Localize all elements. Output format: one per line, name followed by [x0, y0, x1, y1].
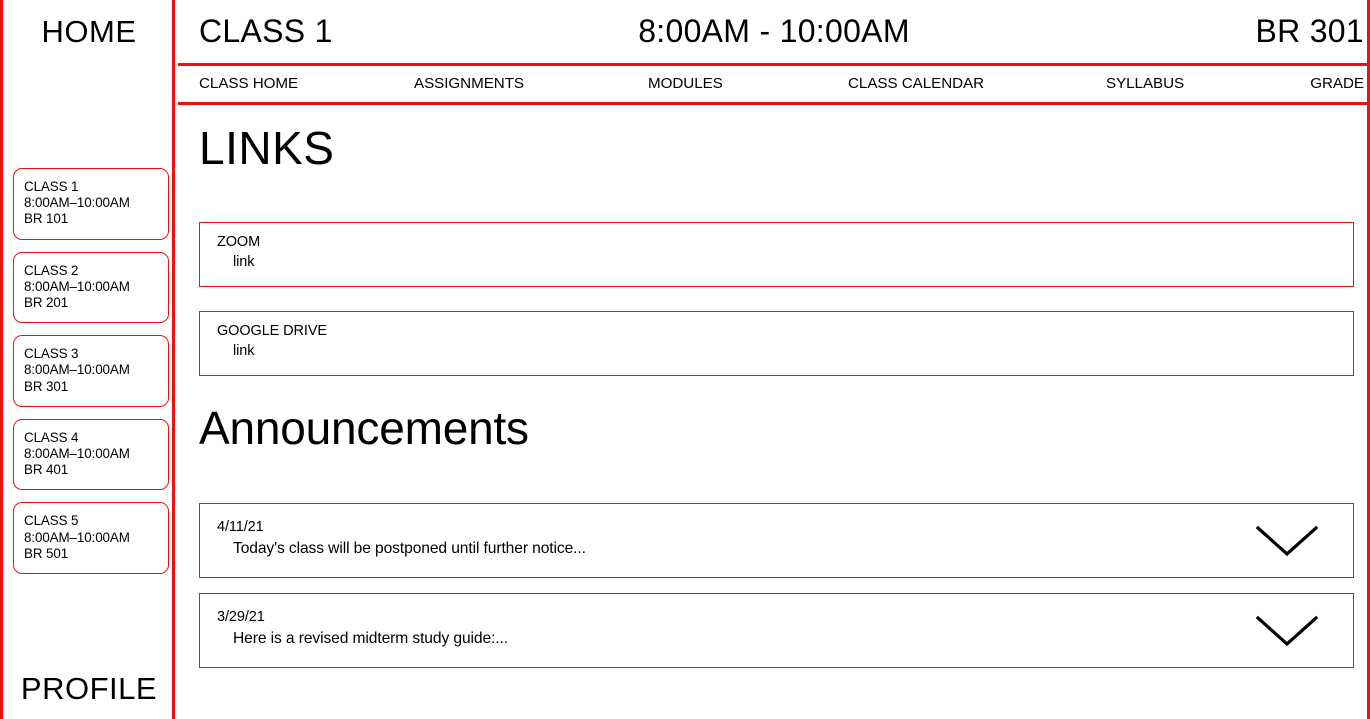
sidebar-class-card-1[interactable]: CLASS 1 8:00AM–10:00AM BR 101 — [13, 168, 169, 240]
link-card-name: ZOOM — [217, 234, 261, 250]
class-card-room: BR 401 — [24, 462, 69, 478]
announcement-row[interactable]: 3/29/21 Here is a revised midterm study … — [199, 593, 1354, 668]
tab-modules[interactable]: MODULES — [648, 66, 723, 102]
tab-syllabus[interactable]: SYLLABUS — [1106, 66, 1184, 102]
links-section-title: LINKS — [199, 122, 335, 174]
class-card-time: 8:00AM–10:00AM — [24, 446, 130, 462]
link-card-url[interactable]: link — [217, 252, 1353, 273]
announcement-preview: Here is a revised midterm study guide:..… — [233, 630, 508, 647]
class-card-room: BR 101 — [24, 211, 69, 227]
sidebar-item-profile[interactable]: PROFILE — [3, 669, 175, 709]
nav-tab-bar: CLASS HOME ASSIGNMENTS MODULES CLASS CALEND… — [178, 66, 1370, 105]
class-card-time: 8:00AM–10:00AM — [24, 278, 130, 294]
main-panel: CLASS 1 8:00AM - 10:00AM BR 301 CLASS HO… — [178, 0, 1370, 719]
class-card-room: BR 301 — [24, 378, 69, 394]
class-card-name: CLASS 4 — [24, 429, 79, 445]
class-card-name: CLASS 1 — [24, 179, 79, 194]
announcement-preview: Today's class will be postponed until fu… — [233, 540, 586, 557]
class-card-room: BR 201 — [24, 295, 69, 311]
class-card-name: CLASS 3 — [24, 346, 79, 362]
header-class-time: 8:00AM - 10:00AM — [638, 13, 910, 49]
sidebar: HOME CLASS 1 8:00AM–10:00AM BR 101 CLASS 28… — [3, 0, 175, 719]
sidebar-class-list: CLASS 1 8:00AM–10:00AM BR 101 CLASS 2 8:00AM… — [13, 168, 169, 586]
sidebar-class-card-3[interactable]: CLASS 3 8:00AM–10:00AM BR 301 — [13, 335, 169, 407]
link-card-url[interactable]: link — [217, 341, 1353, 362]
class-card-room: BR 501 — [24, 545, 69, 561]
class-card-name: CLASS 2 — [24, 262, 79, 278]
class-card-time: 8:00AM–10:00AM — [24, 195, 130, 211]
sidebar-item-home[interactable]: HOME — [3, 12, 175, 52]
class-header: CLASS 1 8:00AM - 10:00AM BR 301 — [178, 0, 1370, 66]
chevron-down-icon[interactable] — [1256, 525, 1318, 557]
class-card-name: CLASS 5 — [24, 513, 79, 529]
announcement-date: 3/29/21 — [217, 609, 265, 625]
link-card-name: GOOGLE DRIVE — [217, 323, 327, 339]
announcement-date: 4/11/21 — [217, 519, 264, 535]
header-class-room: BR 301 — [1255, 13, 1364, 49]
app-window: HOME CLASS 1 8:00AM–10:00AM BR 101 CLASS 28… — [0, 0, 1370, 719]
announcements-section-title: Announcements — [199, 402, 529, 454]
link-card[interactable]: ZOOM link — [199, 222, 1354, 287]
class-card-time: 8:00AM–10:00AM — [24, 362, 130, 378]
link-card[interactable]: GOOGLE DRIVE link — [199, 311, 1354, 376]
sidebar-class-card-2[interactable]: CLASS 2 8:00AM–10:00AM BR 201 — [13, 251, 169, 324]
chevron-down-icon[interactable] — [1256, 615, 1318, 647]
tab-class-calendar[interactable]: CLASS CALENDAR — [848, 66, 984, 102]
content-area: LINKS ZOOM link GOOGLE DRIVE link Announ… — [178, 105, 1370, 719]
tab-class-home[interactable]: CLASS HOME — [199, 66, 298, 102]
tab-grade[interactable]: GRADE — [1310, 66, 1364, 102]
sidebar-class-card-5[interactable]: CLASS 5 8:00AM–10:00AM BR 501 — [13, 502, 169, 575]
class-card-time: 8:00AM–10:00AM — [24, 529, 130, 545]
sidebar-class-card-4[interactable]: CLASS 4 8:00AM–10:00AM BR 401 — [13, 418, 169, 491]
announcement-row[interactable]: 4/11/21 Today's class will be postponed … — [199, 503, 1354, 578]
tab-assignments[interactable]: ASSIGNMENTS — [414, 66, 524, 102]
